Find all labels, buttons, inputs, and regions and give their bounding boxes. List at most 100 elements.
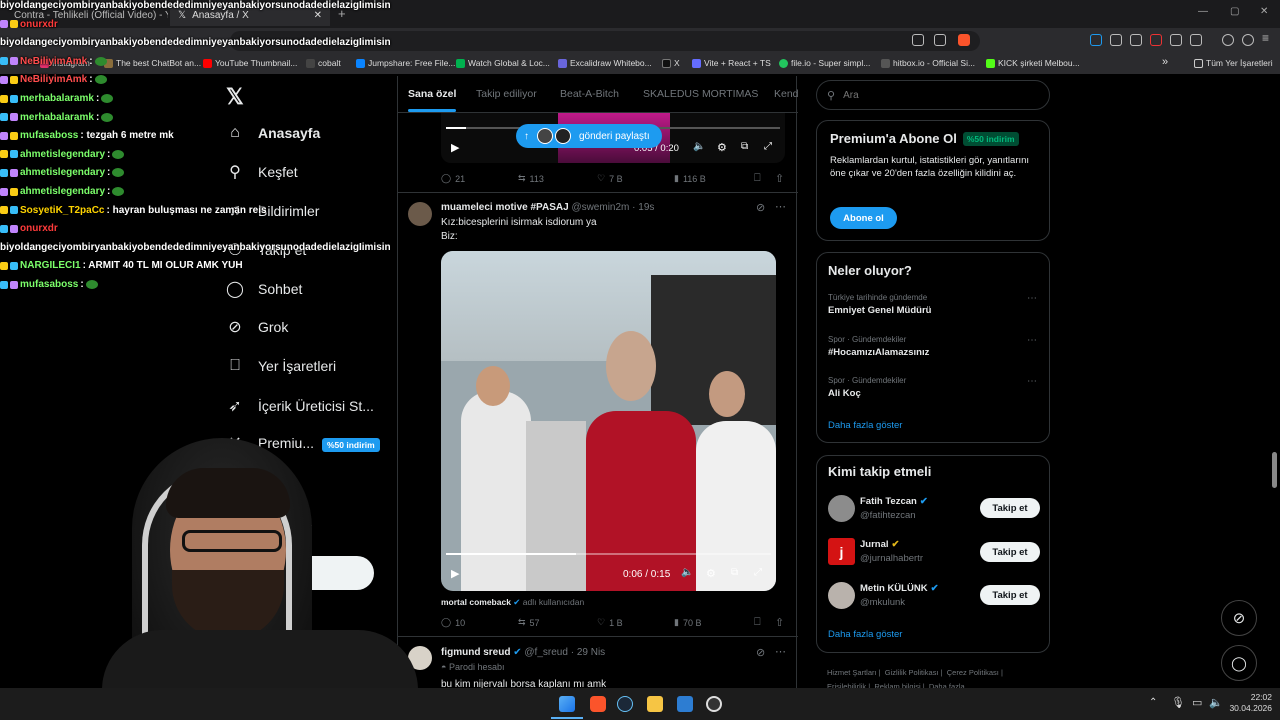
chat-username[interactable]: ahmetislegendary — [20, 149, 105, 160]
post-time[interactable]: 29 Nis — [577, 647, 605, 658]
new-posts-pill[interactable]: ↑ gönderi paylaştı — [516, 124, 662, 148]
tab-for-you[interactable]: Sana özel — [408, 88, 456, 100]
chat-username[interactable]: mufasaboss — [20, 130, 78, 141]
system-clock[interactable]: 22:02 30.04.2026 — [1226, 692, 1272, 714]
share-icon[interactable] — [934, 34, 946, 46]
fullscreen-icon[interactable]: ⤢ — [764, 141, 772, 152]
file-explorer-icon[interactable] — [647, 696, 663, 712]
jurnal-logo-icon[interactable]: j — [828, 538, 855, 565]
play-icon[interactable]: ▶ — [451, 567, 459, 580]
bookmark-vite[interactable]: Vite + React + TS — [692, 58, 771, 68]
like-button[interactable]: ♡ 7 B — [597, 173, 623, 184]
settings-icon[interactable]: ⚙ — [706, 567, 716, 580]
bookmark-fileio[interactable]: file.io - Super simpl... — [779, 58, 870, 68]
volume-icon[interactable]: 🔈 — [693, 141, 705, 152]
chat-username[interactable]: SosyetiK_T2paCc — [20, 205, 104, 216]
messages-icon[interactable]: ◯ — [1221, 645, 1257, 681]
chat-username[interactable]: NeBiliyimAmk — [20, 74, 87, 85]
tab-beat-a-bitch[interactable]: Beat-A-Bitch — [560, 88, 619, 100]
author-handle[interactable]: @swemin2m — [571, 202, 629, 213]
chat-username[interactable]: biyoldangeciyombiryanbakiyobendededimniy… — [0, 37, 391, 48]
nav-item-7[interactable]: ➶ İçerik Üreticisi St... — [226, 397, 374, 415]
author-name[interactable]: muameleci motive #PASAJ — [441, 202, 569, 213]
progress-track[interactable] — [446, 553, 771, 555]
author-name[interactable]: figmund sreud — [441, 647, 510, 658]
photos-icon[interactable] — [677, 696, 693, 712]
share-icon[interactable]: ⇧ — [775, 616, 784, 629]
bookmark-excalidraw[interactable]: Excalidraw Whitebo... — [558, 58, 652, 68]
tab-kend[interactable]: Kend — [774, 88, 799, 100]
maximize-button[interactable]: ▢ — [1230, 6, 1239, 17]
repost-button[interactable]: ⇆ 57 — [518, 617, 540, 628]
grok-icon[interactable]: ⊘ — [1221, 600, 1257, 636]
like-button[interactable]: ♡ 1 B — [597, 617, 623, 628]
page-scrollbar[interactable] — [1272, 452, 1277, 488]
search-input[interactable] — [843, 89, 1024, 101]
play-icon[interactable]: ▶ — [451, 141, 459, 154]
chat-username[interactable]: mufasaboss — [20, 279, 78, 290]
minimize-button[interactable]: — — [1198, 6, 1208, 17]
extension-icon[interactable] — [1150, 34, 1162, 46]
chat-username[interactable]: ahmetislegendary — [20, 167, 105, 178]
tab-following[interactable]: Takip ediliyor — [476, 88, 537, 100]
bookmark-hitbox[interactable]: hitbox.io - Official Si... — [881, 58, 975, 68]
extension-icon[interactable] — [1110, 34, 1122, 46]
subscribe-button[interactable]: Abone ol — [830, 207, 897, 229]
bookmark-kick[interactable]: KICK şirketi Melbou... — [986, 58, 1080, 68]
chat-username[interactable]: merhabalaramk — [20, 112, 94, 123]
follow-button[interactable]: Takip et — [980, 585, 1040, 605]
extensions-puzzle-icon[interactable] — [1170, 34, 1182, 46]
suggested-user-name[interactable]: Fatih Tezcan ✔ — [860, 496, 928, 507]
volume-icon[interactable]: 🔈 — [681, 567, 693, 578]
suggested-user-name[interactable]: Jurnal ✔ — [860, 539, 899, 550]
chat-username[interactable]: biyoldangeciyombiryanbakiyobendededimniy… — [0, 0, 391, 11]
views-button[interactable]: ▮ 116 B — [674, 173, 706, 184]
reply-button[interactable]: ◯ 10 — [441, 617, 465, 628]
brave-icon[interactable] — [590, 696, 606, 712]
settings-icon[interactable]: ⚙ — [717, 141, 727, 154]
follow-button[interactable]: Takip et — [980, 542, 1040, 562]
pip-icon[interactable]: ⧉ — [731, 567, 738, 578]
avatar[interactable] — [828, 582, 855, 609]
chat-username[interactable]: onurxdr — [20, 19, 58, 30]
trend-item[interactable]: Spor · Gündemdekiler #HocamızıAlamazsını… — [828, 335, 929, 358]
chat-username[interactable]: NeBiliyimAmk — [20, 56, 87, 67]
follow-button[interactable]: Takip et — [980, 498, 1040, 518]
search-box[interactable]: ⚲ — [816, 80, 1050, 110]
volume-icon[interactable]: 🔈 — [1209, 696, 1223, 709]
sidebar-icon[interactable] — [1190, 34, 1202, 46]
menu-icon[interactable]: ≡ — [1262, 31, 1274, 45]
grok-icon[interactable]: ⊘ — [756, 201, 765, 214]
vpn-icon[interactable] — [1242, 34, 1254, 46]
chat-username[interactable]: NARGILECI1 — [20, 260, 81, 271]
media-icon[interactable] — [1222, 34, 1234, 46]
views-button[interactable]: ▮ 70 B — [674, 617, 701, 628]
microphone-icon[interactable]: 🎙 — [1171, 696, 1185, 709]
show-more-trends-link[interactable]: Daha fazla göster — [828, 420, 902, 431]
more-options-icon[interactable]: ⋯ — [775, 645, 786, 658]
steam-icon[interactable] — [617, 696, 633, 712]
pip-icon[interactable]: ⧉ — [741, 141, 748, 152]
network-icon[interactable]: ▭ — [1192, 696, 1202, 709]
nav-item-6[interactable]: ⎕ Yer İşaretleri — [226, 357, 336, 375]
share-icon[interactable]: ⇧ — [775, 172, 784, 185]
reply-button[interactable]: ◯ 21 — [441, 173, 465, 184]
extension-icon[interactable] — [1130, 34, 1142, 46]
close-window-button[interactable]: ✕ — [1260, 6, 1268, 17]
author-handle[interactable]: @f_sreud — [524, 647, 568, 658]
bookmarks-more-button[interactable]: » — [1162, 56, 1168, 68]
tray-overflow-icon[interactable]: ⌃ — [1149, 697, 1157, 708]
post-video-player[interactable]: ▶ 0:06 / 0:15 🔈 ⚙ ⧉ ⤢ — [441, 251, 776, 591]
chat-username[interactable]: ahmetislegendary — [20, 186, 105, 197]
grok-icon[interactable]: ⊘ — [756, 646, 765, 659]
footer-link[interactable]: Hizmet Şartları — [827, 668, 877, 677]
suggested-user-name[interactable]: Metin KÜLÜNK ✔ — [860, 583, 939, 594]
more-options-icon[interactable]: ⋯ — [1027, 335, 1037, 346]
bookmark-watch-global[interactable]: Watch Global & Loc... — [456, 58, 550, 68]
more-options-icon[interactable]: ⋯ — [1027, 376, 1037, 387]
trend-item[interactable]: Türkiye tarihinde gündemde Emniyet Genel… — [828, 293, 931, 316]
chat-username[interactable]: biyoldangeciyombiryanbakiyobendededimniy… — [0, 242, 391, 253]
all-bookmarks-folder[interactable]: Tüm Yer İşaretleri — [1194, 58, 1273, 68]
chat-username[interactable]: onurxdr — [20, 223, 58, 234]
nav-item-5[interactable]: ⊘ Grok — [226, 318, 288, 336]
